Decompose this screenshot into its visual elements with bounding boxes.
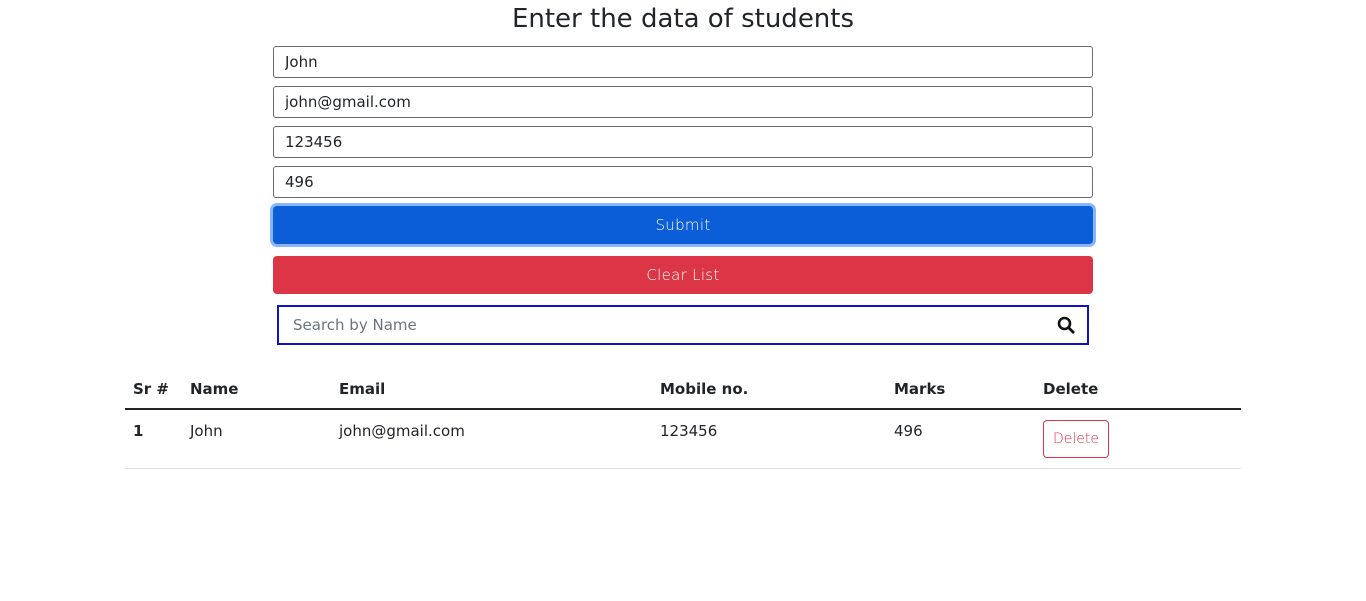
header-name: Name <box>182 368 331 410</box>
search-icon[interactable] <box>1057 316 1075 334</box>
page-title: Enter the data of students <box>511 4 855 34</box>
cell-sr: 1 <box>125 409 182 469</box>
header-email: Email <box>331 368 652 410</box>
header-marks: Marks <box>886 368 1035 410</box>
header-sr: Sr # <box>125 368 182 410</box>
cell-name: John <box>182 409 331 469</box>
cell-delete: Delete <box>1035 409 1241 469</box>
clear-list-button[interactable]: Clear List <box>273 256 1093 294</box>
students-table: Sr # Name Email Mobile no. Marks Delete … <box>125 368 1241 469</box>
submit-button[interactable]: Submit <box>273 206 1093 244</box>
delete-button[interactable]: Delete <box>1043 420 1109 458</box>
search-box <box>277 305 1089 345</box>
header-mobile: Mobile no. <box>652 368 886 410</box>
search-input[interactable] <box>279 307 1039 343</box>
header-delete: Delete <box>1035 368 1241 410</box>
mobile-input[interactable] <box>273 126 1093 158</box>
table-row: 1 John john@gmail.com 123456 496 Delete <box>125 409 1241 469</box>
table-header-row: Sr # Name Email Mobile no. Marks Delete <box>125 368 1241 410</box>
name-input[interactable] <box>273 46 1093 78</box>
cell-marks: 496 <box>886 409 1035 469</box>
email-input[interactable] <box>273 86 1093 118</box>
cell-email: john@gmail.com <box>331 409 652 469</box>
marks-input[interactable] <box>273 166 1093 198</box>
cell-mobile: 123456 <box>652 409 886 469</box>
